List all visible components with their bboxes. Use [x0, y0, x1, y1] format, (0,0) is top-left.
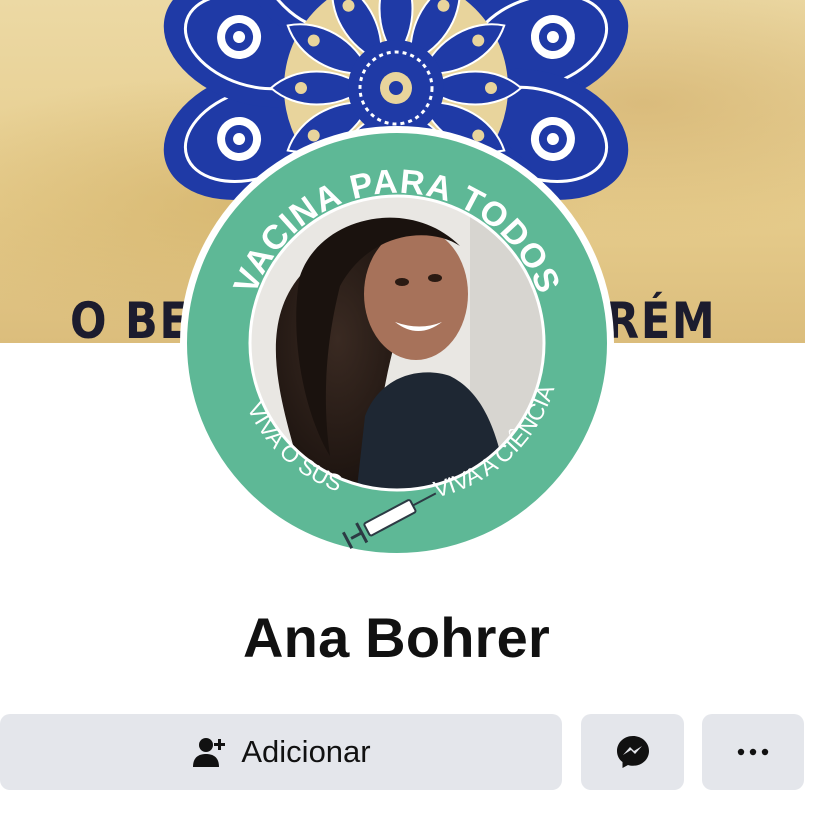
- messenger-icon: [614, 733, 652, 771]
- cover-text-right: RÉM: [606, 292, 717, 343]
- add-friend-icon: [191, 734, 227, 770]
- profile-picture[interactable]: VACINA PARA TODOS VIVA O SUS VIVA A CIÊN…: [180, 126, 614, 560]
- more-options-button[interactable]: [702, 714, 804, 790]
- profile-picture-frame: VACINA PARA TODOS VIVA O SUS VIVA A CIÊN…: [183, 129, 611, 557]
- page-gutter: [805, 0, 822, 343]
- message-button[interactable]: [581, 714, 684, 790]
- add-friend-button[interactable]: Adicionar: [0, 714, 562, 790]
- add-friend-label: Adicionar: [241, 734, 371, 769]
- cover-text-left: O BE: [70, 292, 191, 343]
- profile-name: Ana Bohrer: [243, 606, 550, 669]
- more-icon: [736, 747, 770, 757]
